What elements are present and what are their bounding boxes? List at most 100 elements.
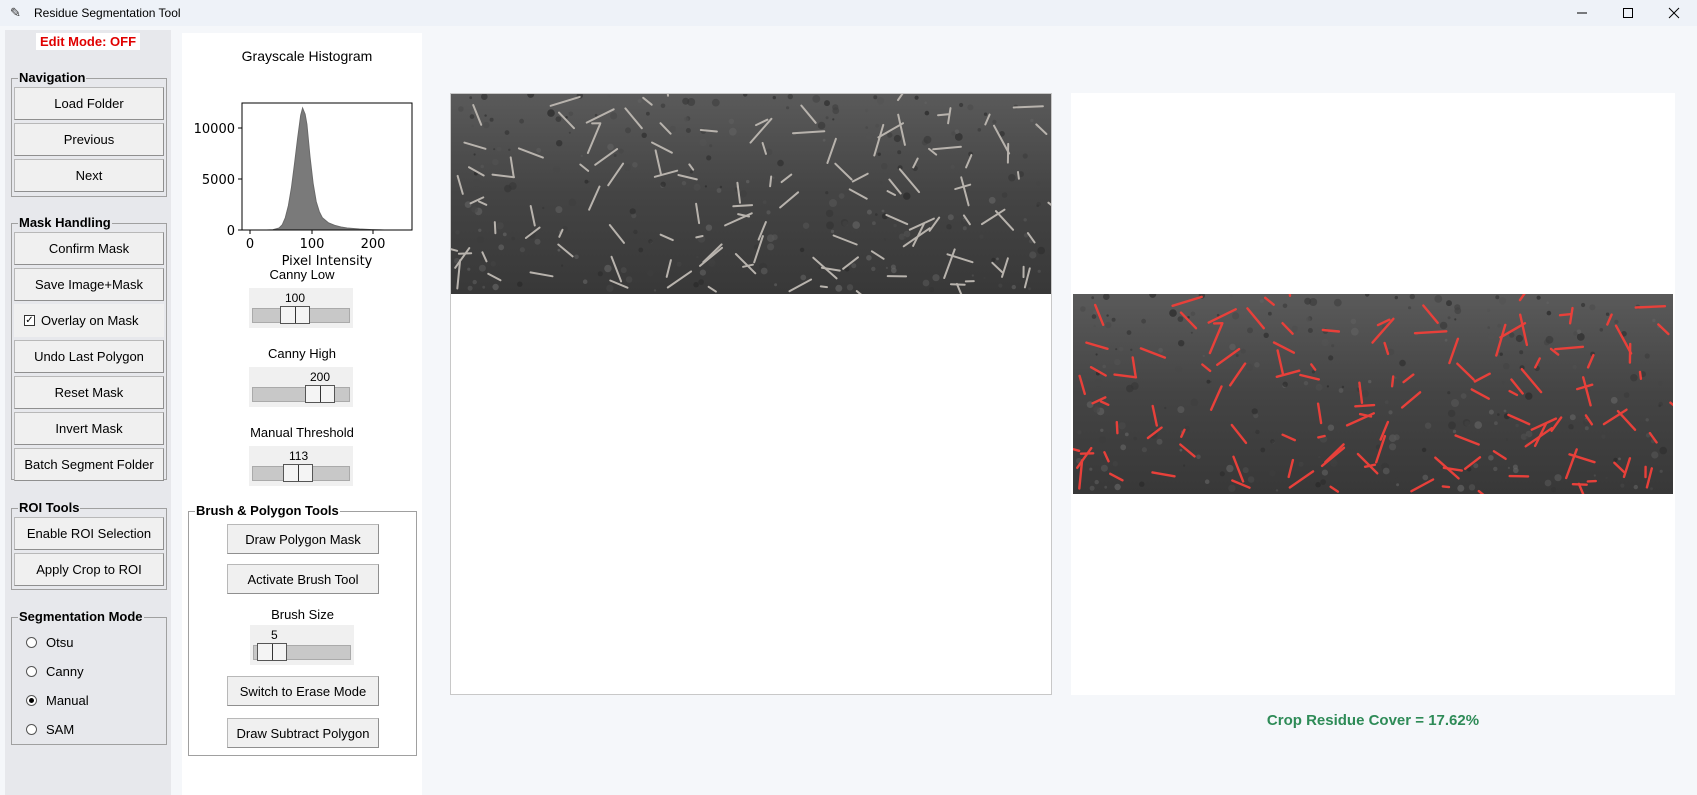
residue-straw	[1354, 403, 1376, 408]
previous-button[interactable]: Previous	[14, 123, 164, 156]
soil-speckle	[1584, 426, 1589, 431]
y-tick-label-0: 0	[227, 224, 235, 239]
soil-speckle	[580, 154, 583, 157]
manual-threshold-thumb[interactable]	[283, 464, 313, 482]
residue-straw	[819, 285, 828, 289]
undo-last-polygon-button[interactable]: Undo Last Polygon	[14, 340, 164, 373]
close-button[interactable]	[1651, 0, 1697, 26]
save-image-mask-button[interactable]: Save Image+Mask	[14, 268, 164, 301]
soil-speckle	[800, 274, 807, 281]
canny-high-trough[interactable]	[252, 387, 350, 402]
soil-speckle	[1568, 424, 1574, 430]
soil-speckle	[1178, 340, 1185, 347]
soil-speckle	[1519, 350, 1524, 355]
overlay-on-mask-label: Overlay on Mask	[41, 313, 139, 328]
brush-size-slider[interactable]: 5	[250, 625, 354, 665]
soil-speckle	[983, 112, 988, 116]
soil-speckle	[1141, 447, 1147, 453]
soil-speckle	[1242, 467, 1249, 474]
soil-speckle	[604, 264, 612, 273]
soil-speckle	[610, 112, 618, 120]
radio-sam[interactable]: SAM	[26, 722, 74, 737]
soil-speckle	[472, 279, 477, 285]
soil-speckle	[1576, 333, 1585, 341]
soil-speckle	[1326, 385, 1329, 388]
radio-canny-label: Canny	[46, 664, 84, 679]
canny-low-slider[interactable]: 100	[249, 288, 353, 328]
maximize-icon	[1623, 8, 1633, 18]
soil-speckle	[774, 283, 778, 287]
soil-speckle	[824, 100, 830, 107]
batch-segment-folder-button[interactable]: Batch Segment Folder	[14, 448, 164, 481]
radio-button-icon[interactable]	[26, 666, 37, 677]
soil-speckle	[891, 267, 897, 274]
reset-mask-button[interactable]: Reset Mask	[14, 376, 164, 409]
navigation-group: Navigation Load Folder Previous Next	[11, 70, 167, 197]
soil-speckle	[1581, 302, 1586, 308]
soil-speckle	[1662, 360, 1666, 364]
confirm-mask-button[interactable]: Confirm Mask	[14, 232, 164, 265]
original-image-canvas[interactable]	[450, 93, 1052, 695]
minimize-button[interactable]	[1559, 0, 1605, 26]
soil-speckle	[988, 196, 996, 204]
maximize-button[interactable]	[1605, 0, 1651, 26]
radio-button-icon[interactable]	[26, 724, 37, 735]
canny-high-slider[interactable]: 200	[249, 367, 353, 407]
middle-control-panel: Grayscale Histogram 10000 5000 0 0 100 2…	[182, 33, 422, 795]
radio-otsu[interactable]: Otsu	[26, 635, 73, 650]
soil-speckle	[1444, 338, 1448, 342]
canny-high-value: 200	[310, 370, 331, 384]
enable-roi-selection-button[interactable]: Enable ROI Selection	[14, 517, 164, 550]
soil-speckle	[1118, 346, 1124, 352]
switch-to-erase-mode-button[interactable]: Switch to Erase Mode	[227, 676, 379, 706]
soil-speckle	[1022, 153, 1028, 159]
soil-speckle	[1177, 406, 1185, 414]
soil-speckle	[1546, 301, 1549, 305]
radio-button-icon[interactable]	[26, 637, 37, 648]
soil-speckle	[869, 238, 874, 243]
canny-high-thumb[interactable]	[305, 385, 335, 403]
soil-speckle	[1384, 400, 1389, 404]
segmented-overlay-canvas[interactable]	[1071, 93, 1675, 695]
soil-speckle	[502, 232, 507, 237]
checkmark-icon[interactable]: ✓	[24, 315, 35, 326]
soil-speckle	[519, 118, 524, 124]
apply-crop-to-roi-button[interactable]: Apply Crop to ROI	[14, 553, 164, 586]
radio-button-selected-icon[interactable]	[26, 695, 37, 706]
soil-speckle	[1454, 304, 1461, 311]
soil-speckle	[496, 222, 504, 230]
load-folder-button[interactable]: Load Folder	[14, 87, 164, 120]
next-button[interactable]: Next	[14, 159, 164, 192]
soil-speckle	[1368, 379, 1372, 384]
soil-speckle	[1126, 384, 1134, 393]
soil-speckle	[1440, 466, 1443, 469]
soil-speckle	[996, 257, 999, 261]
soil-speckle	[1105, 321, 1112, 329]
draw-polygon-mask-button[interactable]: Draw Polygon Mask	[227, 524, 379, 554]
soil-speckle	[1447, 391, 1451, 395]
soil-speckle	[669, 125, 676, 133]
soil-speckle	[1298, 461, 1304, 467]
draw-subtract-polygon-button[interactable]: Draw Subtract Polygon	[227, 718, 379, 748]
soil-speckle	[830, 229, 835, 234]
segmentation-mode-group-title: Segmentation Mode	[18, 609, 144, 625]
soil-speckle	[1102, 364, 1106, 369]
canny-low-thumb[interactable]	[280, 306, 310, 324]
invert-mask-button[interactable]: Invert Mask	[14, 412, 164, 445]
manual-threshold-slider[interactable]: 113	[249, 446, 353, 486]
soil-speckle	[693, 282, 699, 288]
activate-brush-tool-button[interactable]: Activate Brush Tool	[227, 564, 379, 594]
soil-speckle	[879, 181, 883, 185]
radio-canny[interactable]: Canny	[26, 664, 84, 679]
soil-speckle	[1028, 287, 1031, 291]
soil-speckle	[1610, 396, 1618, 404]
soil-speckle	[771, 234, 778, 241]
soil-speckle	[1235, 354, 1239, 357]
mask-handling-group: Mask Handling Confirm Mask Save Image+Ma…	[11, 215, 167, 481]
brush-size-thumb[interactable]	[257, 643, 287, 661]
soil-speckle	[1513, 467, 1519, 474]
radio-manual[interactable]: Manual	[26, 693, 89, 708]
soil-speckle	[1037, 246, 1045, 255]
soil-speckle	[1605, 476, 1608, 480]
overlay-on-mask-checkbox[interactable]: ✓ Overlay on Mask	[14, 304, 164, 337]
